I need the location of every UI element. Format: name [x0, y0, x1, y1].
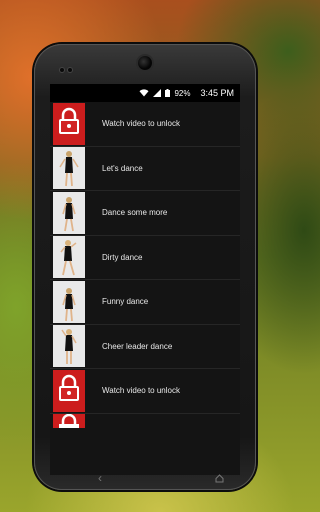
wifi-icon — [139, 89, 149, 97]
camera-icon — [138, 56, 152, 70]
navigation-bar: ‹ — [50, 471, 240, 490]
dancer-thumbnail — [53, 236, 85, 279]
battery-icon — [165, 89, 171, 97]
back-arrow-icon[interactable]: ‹ — [98, 471, 102, 485]
dancer-thumbnail — [53, 191, 85, 234]
speaker-dots — [60, 68, 72, 72]
dancer-thumbnail — [53, 325, 85, 368]
dancer-image — [60, 240, 77, 276]
dancer-thumbnail — [53, 147, 85, 190]
list-item[interactable]: Watch video to unlock — [50, 102, 240, 147]
list-item[interactable]: Cheer leader dance — [50, 325, 240, 369]
list-item-label: Dance some more — [102, 208, 168, 218]
lock-icon — [59, 374, 79, 401]
home-icon[interactable] — [215, 474, 224, 483]
dancer-image — [59, 151, 79, 187]
dancer-thumbnail — [53, 280, 85, 323]
lock-icon — [59, 107, 79, 134]
phone-frame: 92% 3:45 PM Watch video to unlock Let's … — [34, 44, 256, 490]
list-item[interactable]: Dance some more — [50, 191, 240, 236]
locked-thumbnail — [53, 102, 85, 145]
list-item-label: Let's dance — [102, 163, 143, 173]
list-item[interactable] — [50, 413, 240, 428]
video-list: Watch video to unlock Let's dance Dance … — [50, 102, 240, 428]
dancer-image — [62, 287, 76, 321]
clock: 3:45 PM — [200, 88, 234, 98]
locked-thumbnail — [53, 369, 85, 412]
list-item-label: Funny dance — [102, 297, 149, 307]
screen: 92% 3:45 PM Watch video to unlock Let's … — [50, 84, 240, 475]
list-item-label: Dirty dance — [102, 252, 143, 262]
lock-icon — [59, 413, 79, 428]
dancer-image — [61, 329, 77, 365]
list-item-label: Watch video to unlock — [102, 386, 180, 396]
list-item[interactable]: Funny dance — [50, 280, 240, 325]
battery-percent: 92% — [174, 88, 191, 98]
list-item-label: Cheer leader dance — [102, 341, 173, 351]
list-item[interactable]: Dirty dance — [50, 236, 240, 280]
list-item[interactable]: Let's dance — [50, 147, 240, 191]
locked-thumbnail — [53, 413, 85, 428]
dancer-image — [62, 196, 76, 231]
signal-icon — [153, 89, 162, 97]
list-item-label: Watch video to unlock — [102, 119, 180, 129]
status-bar: 92% 3:45 PM — [50, 84, 240, 102]
list-item[interactable]: Watch video to unlock — [50, 369, 240, 414]
